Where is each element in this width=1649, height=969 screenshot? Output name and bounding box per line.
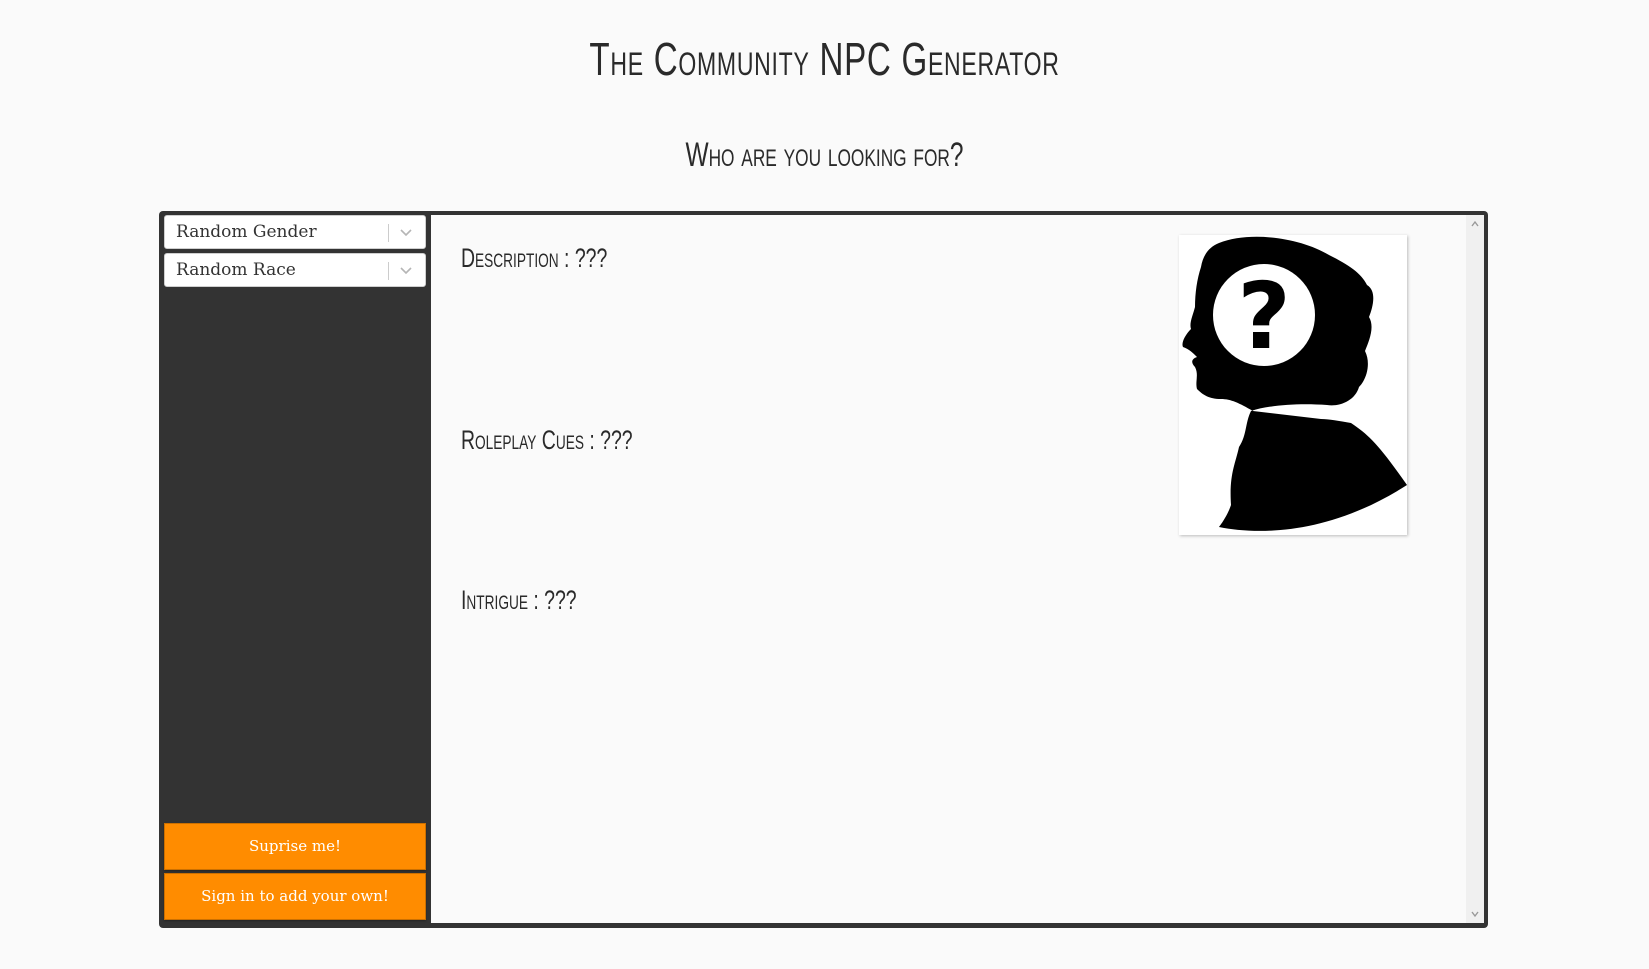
scroll-up-arrow-icon[interactable]	[1470, 219, 1480, 229]
svg-text:?: ?	[1237, 263, 1290, 370]
sign-in-button[interactable]: Sign in to add your own!	[164, 873, 426, 920]
generator-panel: Random Gender Random Race Suprise me! Si…	[159, 211, 1488, 928]
chevron-down-icon[interactable]	[399, 263, 413, 277]
page-title-rest: he Community NPC Generator	[610, 33, 1060, 85]
silhouette-question-icon: ?	[1182, 236, 1407, 531]
scroll-down-arrow-icon[interactable]	[1470, 909, 1480, 919]
select-separator	[388, 224, 389, 242]
description-label: Description : ???	[461, 243, 608, 273]
npc-details: Description : ??? Roleplay Cues : ??? In…	[431, 215, 1484, 923]
race-select[interactable]: Random Race	[164, 253, 426, 287]
page-subtitle: Who are you looking for?	[685, 136, 964, 174]
sidebar: Random Gender Random Race Suprise me! Si…	[159, 211, 431, 928]
gender-select-value: Random Gender	[176, 222, 317, 242]
page-title: The Community NPC Generator	[231, 32, 1418, 86]
intrigue-label: Intrigue : ???	[461, 585, 577, 615]
page-title-text: T	[589, 33, 611, 85]
gender-select[interactable]: Random Gender	[164, 215, 426, 249]
surprise-me-button[interactable]: Suprise me!	[164, 823, 426, 870]
roleplay-cues-label: Roleplay Cues : ???	[461, 425, 633, 455]
chevron-down-icon[interactable]	[399, 225, 413, 239]
scrollbar[interactable]	[1466, 215, 1484, 923]
npc-portrait: ?	[1179, 235, 1407, 535]
select-separator	[388, 262, 389, 280]
race-select-value: Random Race	[176, 260, 296, 280]
